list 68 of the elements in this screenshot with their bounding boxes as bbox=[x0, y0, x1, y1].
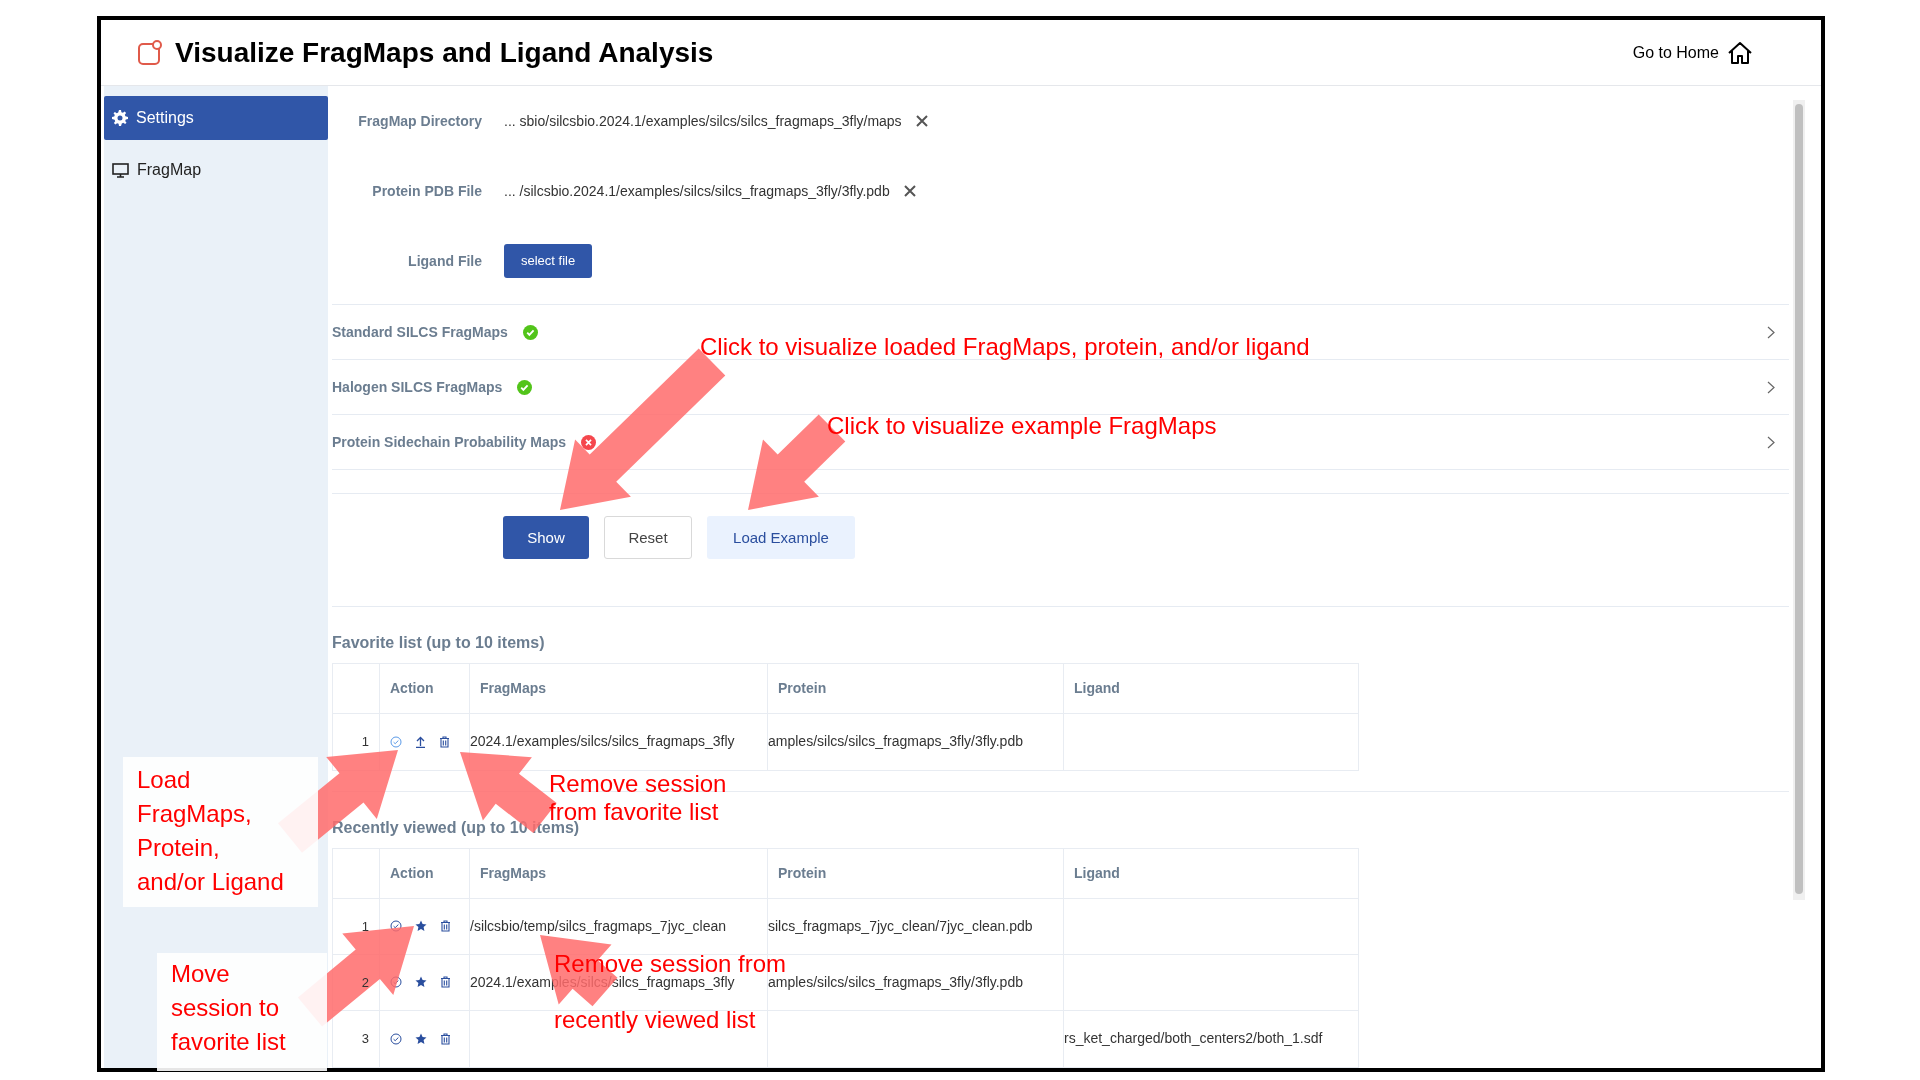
callout-text: session to bbox=[171, 993, 280, 1023]
callout-text: Remove session bbox=[549, 770, 727, 798]
close-icon bbox=[915, 115, 928, 127]
column-header: Protein bbox=[768, 849, 1064, 898]
field-label: FragMap Directory bbox=[357, 111, 482, 131]
callout-text: Load bbox=[137, 765, 191, 795]
column-header: Ligand bbox=[1073, 678, 1121, 698]
callout-text: Move bbox=[171, 959, 230, 989]
file-path: ... sbio/silcsbio.2024.1/examples/silcs/silcs_fragmaps_3fly/maps bbox=[504, 111, 902, 131]
check-circle-icon[interactable] bbox=[390, 1033, 402, 1045]
table-cell-text: rs_ket_charged/both_centers2/both_1.sdf bbox=[1064, 1029, 1323, 1049]
table-cell-text: amples/silcs/silcs_fragmaps_3fly/3fly.pdb bbox=[768, 973, 1023, 992]
star-icon[interactable] bbox=[415, 1033, 427, 1045]
column-header: Protein bbox=[768, 663, 1064, 713]
sidebar-item[interactable]: Settings bbox=[104, 96, 328, 140]
row-number: 1 bbox=[361, 732, 369, 751]
page-title: Visualize FragMaps and Ligand Analysis bbox=[175, 35, 714, 70]
row-number: 2 bbox=[361, 973, 369, 992]
action-button[interactable]: Show bbox=[503, 516, 589, 560]
trash-icon[interactable] bbox=[440, 976, 451, 989]
callout-text: Protein, bbox=[137, 833, 220, 863]
table-cell-text: 2024.1/examples/silcs/silcs_fragmaps_3fly bbox=[470, 732, 735, 752]
monitor-icon bbox=[112, 162, 129, 178]
section-label[interactable]: Standard SILCS FragMaps bbox=[332, 321, 508, 343]
upload-icon[interactable] bbox=[415, 735, 426, 748]
select-file-button[interactable]: select file bbox=[504, 244, 593, 278]
file-path: ... /silcsbio.2024.1/examples/silcs/silcs_fragmaps_3fly/3fly.pdb bbox=[504, 181, 890, 201]
callout-text: and/or Ligand bbox=[137, 867, 284, 897]
field-label: Protein PDB File bbox=[371, 181, 482, 201]
clear-button[interactable] bbox=[915, 115, 928, 127]
home-link[interactable]: Go to Home bbox=[1632, 40, 1753, 65]
close-icon bbox=[903, 185, 916, 197]
action-button[interactable]: Load Example bbox=[707, 516, 855, 560]
sidebar-item[interactable]: FragMap bbox=[104, 148, 328, 192]
check-circle-icon[interactable] bbox=[390, 735, 402, 748]
column-header: FragMaps bbox=[470, 849, 768, 898]
scrollbar[interactable] bbox=[1793, 100, 1805, 900]
section-label[interactable]: Halogen SILCS FragMaps bbox=[332, 376, 503, 398]
table-cell-text: /silcsbio/temp/silcs_fragmaps_7jyc_clean bbox=[470, 917, 726, 936]
callout-text: Click to visualize example FragMaps bbox=[827, 411, 1217, 441]
callout-text: FragMaps, bbox=[137, 799, 252, 829]
clear-button[interactable] bbox=[903, 185, 916, 197]
column-header: Ligand bbox=[1073, 864, 1121, 883]
callout-text: recently viewed list bbox=[554, 1006, 756, 1034]
home-icon bbox=[1727, 40, 1753, 65]
row-number: 1 bbox=[361, 917, 369, 936]
list-title: Favorite list (up to 10 items) bbox=[332, 632, 545, 653]
table-cell-text: amples/silcs/silcs_fragmaps_3fly/3fly.pdb bbox=[768, 732, 1023, 752]
trash-icon[interactable] bbox=[439, 735, 450, 748]
column-header: FragMaps bbox=[470, 663, 768, 713]
trash-icon[interactable] bbox=[440, 920, 451, 933]
star-icon[interactable] bbox=[415, 920, 427, 933]
table-cell-text: silcs_fragmaps_7jyc_clean/7jyc_clean.pdb bbox=[768, 917, 1033, 936]
trash-icon[interactable] bbox=[440, 1033, 451, 1045]
callout-text: Click to visualize loaded FragMaps, protein, and/or ligand bbox=[700, 332, 1310, 362]
column-header: Action bbox=[380, 663, 470, 713]
gear-icon bbox=[112, 110, 128, 126]
chevron-icon bbox=[1767, 325, 1775, 339]
chevron-icon bbox=[1767, 380, 1775, 394]
column-header: Action bbox=[380, 849, 470, 898]
row-number: 3 bbox=[361, 1030, 369, 1049]
star-icon[interactable] bbox=[415, 976, 427, 989]
action-button[interactable]: Reset bbox=[604, 516, 692, 560]
section-label[interactable]: Protein Sidechain Probability Maps bbox=[332, 431, 567, 453]
app-logo-icon bbox=[137, 39, 163, 66]
callout-text: favorite list bbox=[171, 1027, 286, 1057]
field-label: Ligand File bbox=[407, 251, 482, 271]
chevron-icon bbox=[1767, 435, 1775, 449]
